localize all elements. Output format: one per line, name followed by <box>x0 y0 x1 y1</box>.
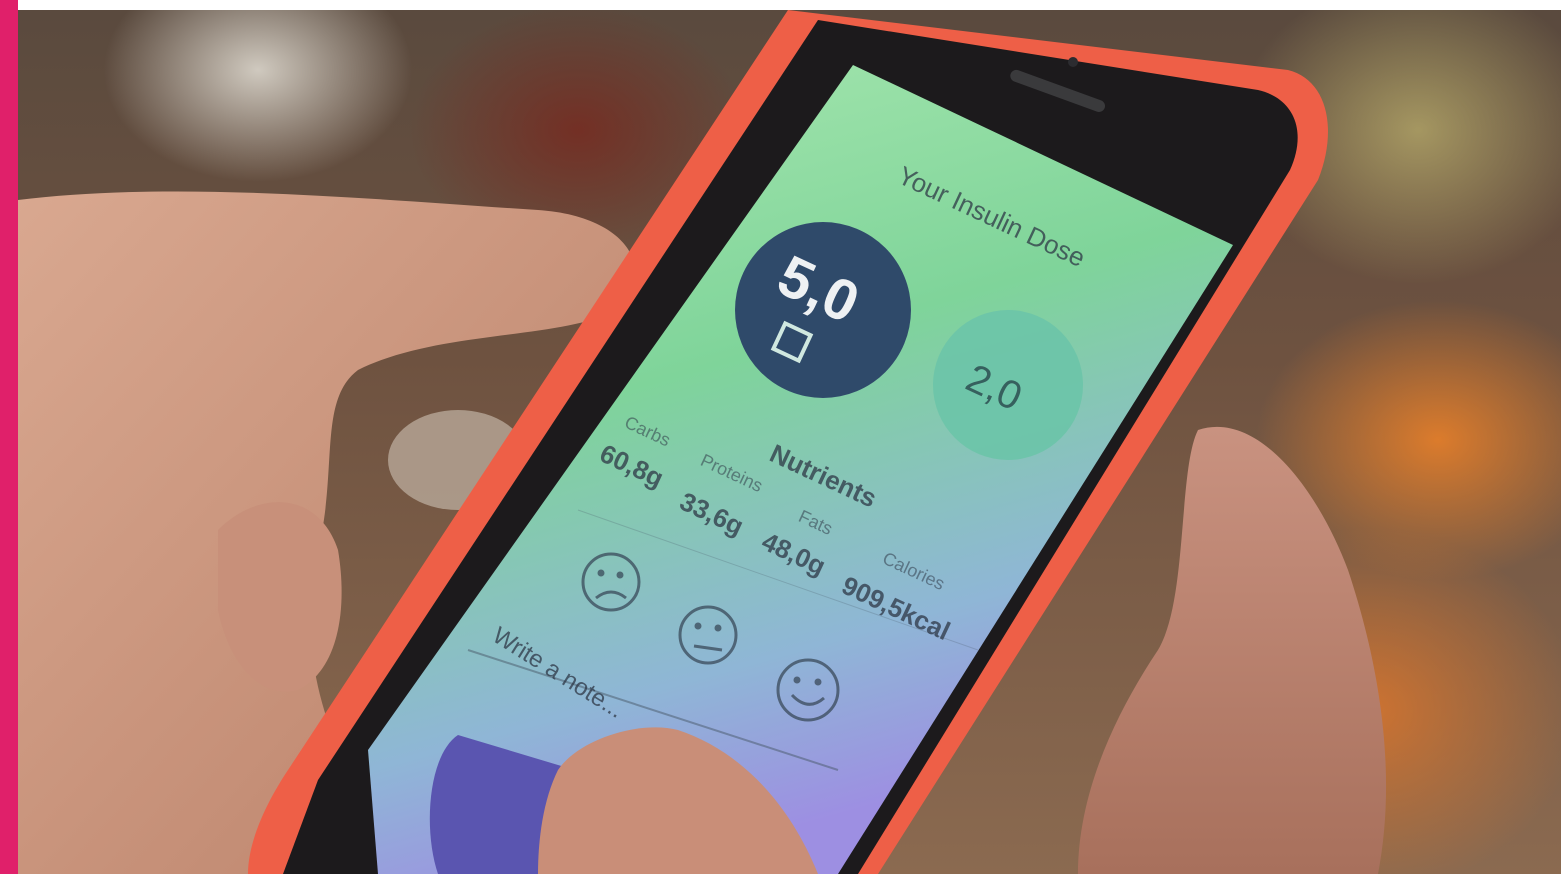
secondary-dose-circle <box>933 310 1083 460</box>
screenshot-stage: Your Insulin Dose 5,0 2,0 Nutrients Carb… <box>0 0 1561 874</box>
photo: Your Insulin Dose 5,0 2,0 Nutrients Carb… <box>18 10 1561 874</box>
main-dose-circle <box>735 222 911 398</box>
accent-bar <box>0 0 18 874</box>
photo-scene <box>18 10 1387 874</box>
phone-camera <box>1068 57 1078 67</box>
right-hand <box>1078 426 1387 874</box>
